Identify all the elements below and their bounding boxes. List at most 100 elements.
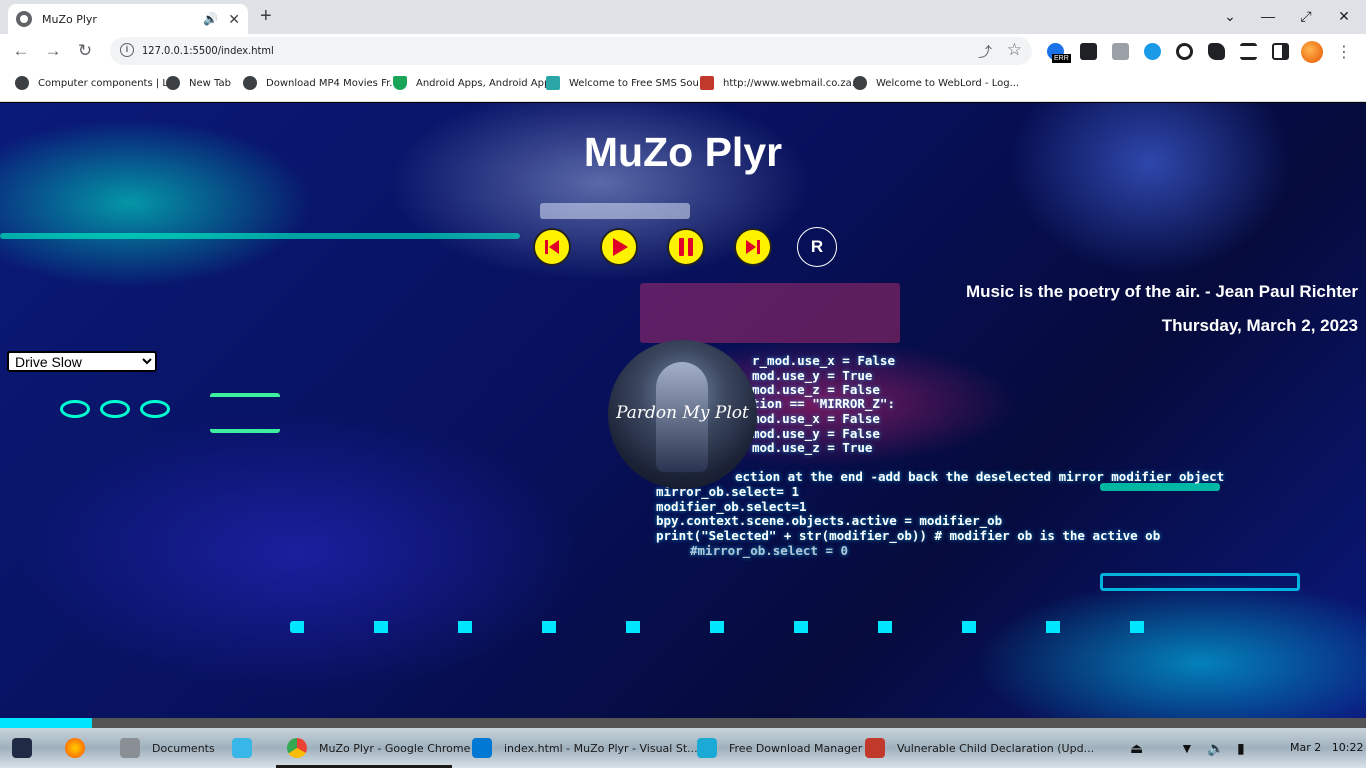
download-extension-icon[interactable] bbox=[1144, 43, 1161, 60]
eject-icon[interactable]: ⏏ bbox=[1130, 740, 1143, 757]
bookmark-label: Welcome to Free SMS Sou... bbox=[569, 77, 709, 89]
taskbar-item-label: MuZo Plyr - Google Chrome bbox=[319, 741, 471, 755]
background-circuit-box bbox=[1100, 573, 1300, 591]
media-control-icon[interactable] bbox=[1240, 43, 1257, 60]
taskbar-item-document[interactable]: Vulnerable Child Declaration (Upd... bbox=[865, 738, 1094, 758]
forward-button[interactable]: → bbox=[42, 42, 64, 60]
globe-icon bbox=[15, 76, 29, 90]
clock-time: 10:22 bbox=[1331, 741, 1364, 754]
webmail-icon bbox=[700, 76, 714, 90]
taskbar-item-label: Vulnerable Child Declaration (Upd... bbox=[897, 741, 1095, 755]
globe-icon bbox=[243, 76, 257, 90]
background-code-line: modifier_ob.select=1 bbox=[656, 499, 807, 514]
bookmark-item[interactable]: Computer components | L... bbox=[15, 76, 178, 90]
bookmark-item[interactable]: Welcome to WebLord - Log... bbox=[853, 76, 1019, 90]
bookmark-item[interactable]: New Tab bbox=[166, 76, 231, 90]
bookmark-item[interactable]: Android Apps, Android App... bbox=[393, 76, 560, 90]
start-menu-button[interactable] bbox=[12, 738, 44, 758]
play-button[interactable] bbox=[600, 228, 638, 266]
globe-icon bbox=[853, 76, 867, 90]
android-icon bbox=[393, 76, 407, 90]
extension-badge: ERR bbox=[1052, 54, 1071, 63]
new-tab-button[interactable]: + bbox=[260, 6, 272, 26]
background-circuit-node bbox=[140, 400, 170, 418]
network-icon[interactable]: ▼ bbox=[1180, 740, 1194, 756]
battery-icon[interactable]: ▮ bbox=[1237, 740, 1245, 757]
bookmark-item[interactable]: http://www.webmail.co.za... bbox=[700, 76, 861, 90]
background-code-line: print("Selected" + str(modifier_ob)) # m… bbox=[656, 528, 1161, 543]
skip-next-icon bbox=[746, 240, 760, 254]
taskbar-item-chrome[interactable]: MuZo Plyr - Google Chrome bbox=[287, 738, 470, 758]
taskbar-item-label: Free Download Manager bbox=[729, 741, 863, 755]
taskbar-item-app[interactable] bbox=[232, 738, 264, 758]
background-code-line: r_mod.use_x = False bbox=[752, 353, 895, 368]
progress-bar[interactable] bbox=[0, 718, 1366, 728]
back-button[interactable]: ← bbox=[10, 42, 32, 60]
taskbar-item-label: Documents bbox=[152, 741, 215, 755]
bookmark-star-icon[interactable]: ☆ bbox=[1007, 40, 1022, 60]
bookmark-label: http://www.webmail.co.za... bbox=[723, 77, 862, 89]
side-panel-icon[interactable] bbox=[1272, 43, 1289, 60]
globe-icon bbox=[166, 76, 180, 90]
bookmark-item[interactable]: Download MP4 Movies Fr... bbox=[243, 76, 399, 90]
repeat-button[interactable]: R bbox=[797, 227, 837, 267]
vscode-icon bbox=[472, 738, 492, 758]
play-icon bbox=[613, 238, 628, 256]
background-circuit-node bbox=[100, 400, 130, 418]
bookmark-label: Welcome to WebLord - Log... bbox=[876, 77, 1020, 89]
bookmark-item[interactable]: Welcome to Free SMS Sou... bbox=[546, 76, 708, 90]
reload-button[interactable]: ↻ bbox=[74, 42, 96, 60]
tab-title: MuZo Plyr bbox=[42, 12, 97, 26]
close-window-button[interactable]: ✕ bbox=[1334, 8, 1354, 25]
extension-icon[interactable] bbox=[1112, 43, 1129, 60]
album-art-signature: Pardon My Plot bbox=[616, 403, 749, 423]
background-glow bbox=[540, 203, 690, 219]
background-circuit-line bbox=[1100, 483, 1220, 491]
chrome-menu-icon[interactable]: ⋮ bbox=[1336, 42, 1352, 62]
browser-tab[interactable]: MuZo Plyr 🔊 ✕ bbox=[8, 4, 248, 34]
address-bar[interactable]: i 127.0.0.1:5500/index.html ⤴ ☆ bbox=[110, 37, 1032, 65]
extensions-puzzle-icon[interactable] bbox=[1208, 43, 1225, 60]
bookmark-label: Android Apps, Android App... bbox=[416, 77, 560, 89]
taskbar-item-fdm[interactable]: Free Download Manager bbox=[697, 738, 862, 758]
background-code-line: mod.use_z = True bbox=[752, 440, 873, 455]
profile-avatar[interactable] bbox=[1301, 41, 1323, 63]
progress-fill bbox=[0, 718, 92, 728]
system-clock[interactable]: Mar 2 10:22 bbox=[1290, 741, 1363, 754]
song-select[interactable]: Drive Slow bbox=[7, 351, 157, 372]
chrome-icon bbox=[287, 738, 307, 758]
minimize-button[interactable]: — bbox=[1258, 8, 1278, 24]
browser-toolbar: ← → ↻ i 127.0.0.1:5500/index.html ⤴ ☆ ER… bbox=[0, 34, 1366, 68]
clock-date: Mar 2 bbox=[1290, 741, 1322, 754]
bookmarks-bar: Computer components | L... New Tab Downl… bbox=[0, 68, 1366, 102]
site-info-icon[interactable]: i bbox=[120, 43, 134, 57]
skip-previous-icon bbox=[545, 240, 559, 254]
background-code-line: tion == "MIRROR_Z": bbox=[752, 396, 895, 411]
speaker-icon[interactable]: 🔊 bbox=[203, 12, 218, 26]
sync-extension-icon[interactable] bbox=[1176, 43, 1193, 60]
previous-button[interactable] bbox=[533, 228, 571, 266]
close-tab-icon[interactable]: ✕ bbox=[228, 11, 240, 28]
sms-icon bbox=[546, 76, 560, 90]
extension-icon[interactable] bbox=[1080, 43, 1097, 60]
background-code-line: mod.use_y = False bbox=[752, 426, 880, 441]
url-text[interactable]: 127.0.0.1:5500/index.html bbox=[142, 44, 274, 57]
restore-button[interactable]: ⤢ bbox=[1296, 8, 1316, 25]
share-icon[interactable]: ⤴ bbox=[978, 42, 992, 62]
taskbar-item-documents[interactable]: Documents bbox=[120, 738, 215, 758]
page-title: MuZo Plyr bbox=[583, 129, 783, 175]
background-circuit-line bbox=[210, 393, 280, 433]
pause-button[interactable] bbox=[667, 228, 705, 266]
background-glow bbox=[640, 283, 900, 343]
tab-search-icon[interactable]: ⌄ bbox=[1220, 8, 1240, 25]
player-page: MuZo Plyr R Music is the poetry of the a… bbox=[0, 103, 1366, 728]
next-button[interactable] bbox=[734, 228, 772, 266]
background-code-line: ection at the end -add back the deselect… bbox=[735, 469, 1225, 484]
app-icon bbox=[232, 738, 252, 758]
taskbar-item-vscode[interactable]: index.html - MuZo Plyr - Visual St... bbox=[472, 738, 698, 758]
taskbar-firefox[interactable] bbox=[65, 738, 97, 758]
current-date: Thursday, March 2, 2023 bbox=[1161, 316, 1358, 335]
background-circuit-node bbox=[60, 400, 90, 418]
bookmark-label: New Tab bbox=[189, 77, 231, 89]
volume-icon[interactable]: 🔈 bbox=[1207, 740, 1224, 757]
